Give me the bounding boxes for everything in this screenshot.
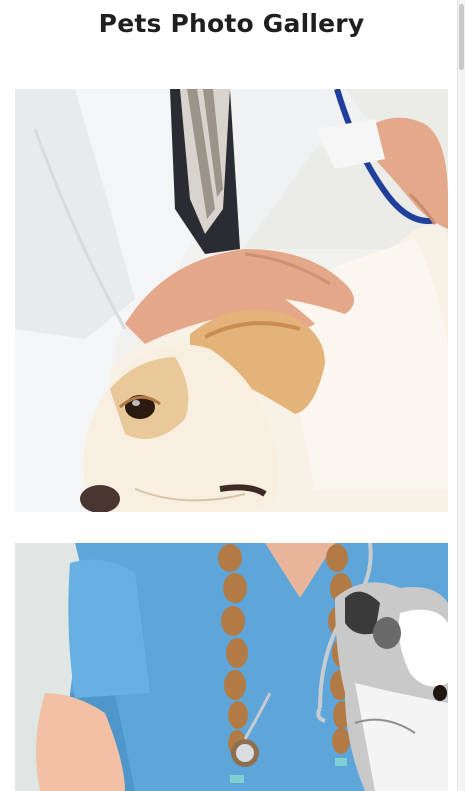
gallery-photo-nurse-puppy[interactable]: [15, 543, 448, 791]
scrollbar-thumb[interactable]: [459, 4, 464, 70]
page-title: Pets Photo Gallery: [98, 9, 365, 38]
gallery-photo-vet-dog[interactable]: [15, 89, 448, 512]
page-scrollbar[interactable]: [457, 0, 465, 791]
nurse-puppy-image: [15, 543, 448, 791]
vet-dog-image: [15, 89, 448, 512]
gallery-page: Pets Photo Gallery: [0, 0, 465, 791]
